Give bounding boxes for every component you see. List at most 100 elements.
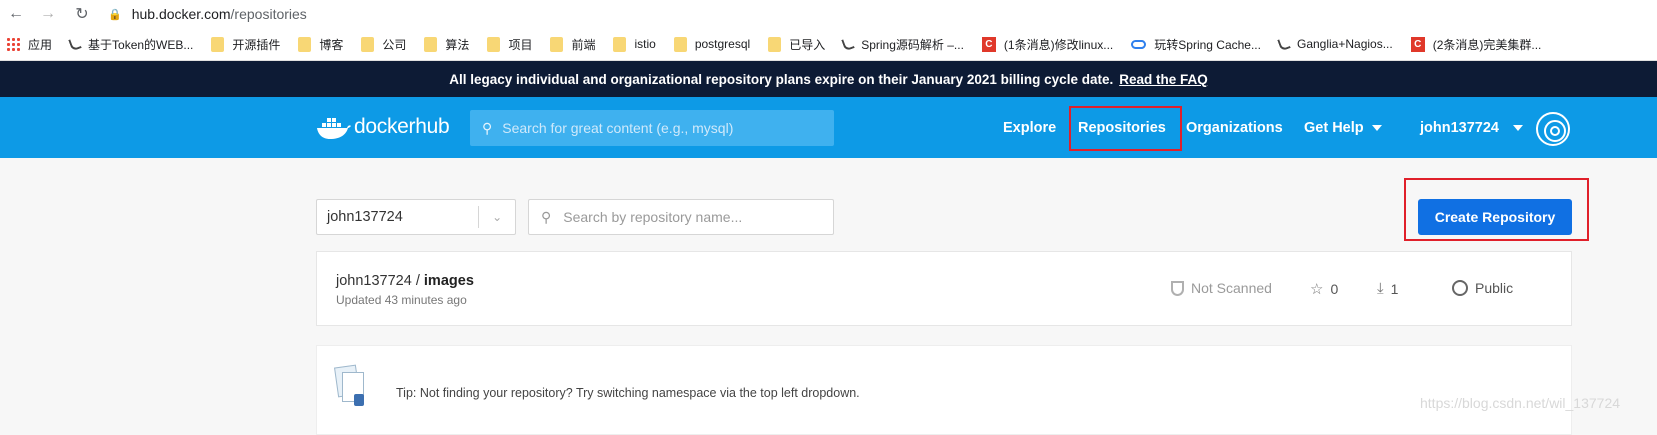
browser-address-bar: ← → ↻ 🔒 hub.docker.com/repositories bbox=[0, 0, 1657, 28]
forward-arrow-icon[interactable]: → bbox=[36, 2, 60, 26]
bookmark-label: istio bbox=[634, 37, 656, 51]
visibility-label: Public bbox=[1475, 280, 1514, 296]
bookmark-item[interactable]: 基于Token的WEB... bbox=[68, 36, 194, 53]
namespace-select[interactable]: john137724 ⌄ bbox=[316, 199, 516, 235]
chevron-down-icon bbox=[1371, 125, 1382, 132]
lock-icon: 🔒 bbox=[108, 8, 122, 21]
repository-card[interactable]: john137724 / images Updated 43 minutes a… bbox=[316, 251, 1572, 326]
pull-count: ⤓ 1 bbox=[1377, 280, 1398, 297]
folder-icon bbox=[361, 36, 375, 52]
global-search-input[interactable] bbox=[502, 120, 823, 136]
user-menu[interactable]: john137724 bbox=[1420, 120, 1523, 136]
url-path: /repositories bbox=[230, 6, 307, 22]
star-count-value: 0 bbox=[1330, 281, 1339, 297]
bookmark-label: (1条消息)修改linux... bbox=[1003, 37, 1114, 52]
scan-status-label: Not Scanned bbox=[1191, 280, 1272, 296]
bookmark-item[interactable]: Spring源码解析 –... bbox=[841, 36, 964, 53]
bookmark-item[interactable]: Ganglia+Nagios... bbox=[1277, 36, 1393, 52]
folder-icon bbox=[424, 36, 438, 52]
bookmark-folder[interactable]: postgresql bbox=[673, 36, 751, 52]
bookmark-item[interactable]: C (1条消息)修改linux... bbox=[981, 36, 1114, 53]
folder-icon bbox=[613, 36, 627, 52]
banner-text: All legacy individual and organizational… bbox=[449, 71, 1114, 87]
bookmark-folder[interactable]: 公司 bbox=[361, 36, 406, 53]
globe-icon bbox=[1452, 280, 1468, 296]
bookmark-folder[interactable]: istio bbox=[613, 36, 656, 52]
url-field[interactable]: 🔒 hub.docker.com/repositories bbox=[108, 6, 307, 22]
docker-hub-logo[interactable]: dockerhub bbox=[316, 114, 450, 140]
chevron-down-icon[interactable]: ⌄ bbox=[479, 210, 515, 224]
bookmark-label: Ganglia+Nagios... bbox=[1296, 37, 1393, 51]
star-count: ☆ 0 bbox=[1310, 280, 1338, 298]
leaf-icon bbox=[1277, 36, 1291, 52]
bookmark-label: Spring源码解析 –... bbox=[861, 37, 964, 52]
search-icon: ⚲ bbox=[482, 119, 493, 136]
nav-organizations[interactable]: Organizations bbox=[1186, 120, 1283, 136]
repository-search[interactable]: ⚲ bbox=[528, 199, 834, 235]
namespace-value: john137724 bbox=[327, 209, 403, 225]
annotation-highlight-create bbox=[1404, 178, 1589, 241]
read-faq-link[interactable]: Read the FAQ bbox=[1119, 72, 1208, 87]
get-help-label: Get Help bbox=[1304, 120, 1364, 136]
download-icon: ⤓ bbox=[1377, 280, 1384, 297]
bookmark-label: 基于Token的WEB... bbox=[88, 37, 194, 52]
bookmark-label: 公司 bbox=[382, 37, 407, 52]
leaf-icon bbox=[68, 36, 82, 52]
hub-header: dockerhub ⚲ Explore Repositories Organiz… bbox=[0, 97, 1657, 158]
repository-search-input[interactable] bbox=[563, 209, 824, 225]
bookmark-label: (2条消息)完美集群... bbox=[1432, 37, 1542, 52]
watermark: https://blog.csdn.net/wil_137724 bbox=[1420, 395, 1621, 411]
name-separator: / bbox=[411, 273, 424, 289]
annotation-highlight-repositories bbox=[1069, 106, 1182, 151]
bookmark-label: 已导入 bbox=[789, 37, 826, 52]
bookmark-label: 博客 bbox=[319, 37, 344, 52]
nav-explore[interactable]: Explore bbox=[1003, 120, 1056, 136]
bookmark-label: 算法 bbox=[445, 37, 470, 52]
folder-icon bbox=[550, 36, 564, 52]
bookmark-label: 前端 bbox=[571, 37, 596, 52]
cloud-icon bbox=[1131, 39, 1147, 49]
logo-wordmark: dockerhub bbox=[354, 115, 450, 138]
bookmark-label: 开源插件 bbox=[232, 37, 281, 52]
fingerprint-avatar-icon[interactable] bbox=[1536, 112, 1570, 146]
apps-grid-icon bbox=[6, 37, 20, 51]
bookmark-label: postgresql bbox=[694, 37, 751, 51]
username-label: john137724 bbox=[1420, 120, 1499, 136]
url-host: hub.docker.com bbox=[131, 6, 231, 22]
repository-namespace: john137724 bbox=[336, 273, 412, 289]
visibility-status: Public bbox=[1452, 280, 1513, 296]
csdn-icon: C bbox=[981, 36, 996, 52]
reload-icon[interactable]: ↻ bbox=[70, 2, 94, 26]
chevron-down-icon bbox=[1513, 125, 1523, 132]
bookmark-label: 玩转Spring Cache... bbox=[1154, 37, 1261, 52]
documents-lock-illustration-icon bbox=[334, 364, 366, 410]
folder-icon bbox=[211, 36, 225, 52]
leaf-icon bbox=[841, 36, 855, 52]
shield-icon bbox=[1171, 280, 1184, 296]
bookmark-folder[interactable]: 已导入 bbox=[768, 36, 825, 53]
repository-name[interactable]: john137724 / images bbox=[336, 273, 474, 289]
folder-icon bbox=[673, 36, 687, 52]
bookmark-apps[interactable]: 应用 bbox=[6, 36, 52, 53]
legacy-plans-banner: All legacy individual and organizational… bbox=[0, 61, 1657, 97]
bookmark-folder[interactable]: 项目 bbox=[487, 36, 532, 53]
bookmark-folder[interactable]: 博客 bbox=[298, 36, 343, 53]
bookmark-item[interactable]: 玩转Spring Cache... bbox=[1131, 36, 1261, 53]
bookmark-label: 项目 bbox=[508, 37, 533, 52]
repository-title: images bbox=[423, 273, 474, 289]
folder-icon bbox=[487, 36, 501, 52]
bookmark-folder[interactable]: 开源插件 bbox=[211, 36, 280, 53]
bookmark-label: 应用 bbox=[28, 37, 53, 52]
bookmark-item[interactable]: C (2条消息)完美集群... bbox=[1410, 36, 1542, 53]
docker-whale-icon bbox=[317, 118, 351, 139]
bookmark-folder[interactable]: 前端 bbox=[550, 36, 595, 53]
tip-text: Tip: Not finding your repository? Try sw… bbox=[396, 386, 860, 400]
nav-get-help[interactable]: Get Help bbox=[1304, 120, 1382, 136]
bookmark-folder[interactable]: 算法 bbox=[424, 36, 469, 53]
folder-icon bbox=[768, 36, 782, 52]
search-icon: ⚲ bbox=[541, 208, 552, 225]
folder-icon bbox=[298, 36, 312, 52]
back-arrow-icon[interactable]: ← bbox=[4, 2, 28, 26]
repository-updated: Updated 43 minutes ago bbox=[336, 293, 467, 307]
global-search[interactable]: ⚲ bbox=[470, 110, 834, 146]
